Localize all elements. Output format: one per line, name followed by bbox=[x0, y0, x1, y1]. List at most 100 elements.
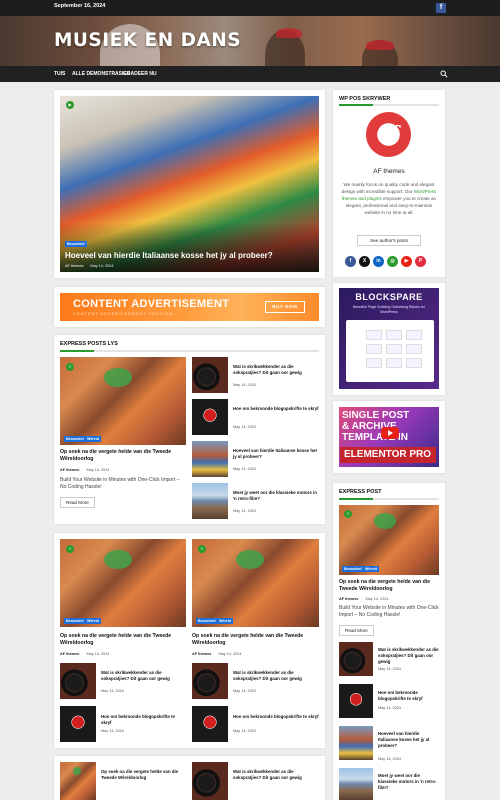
nav-item-home[interactable]: TUIS bbox=[54, 71, 65, 77]
post-author[interactable]: AF themes bbox=[192, 652, 211, 656]
grid-image[interactable] bbox=[192, 539, 319, 627]
post-author[interactable]: AF themes bbox=[60, 652, 79, 656]
express-post-image[interactable] bbox=[339, 505, 439, 575]
list-item-date: May 14, 2024 bbox=[101, 689, 125, 693]
post-date: May 14, 2024 bbox=[86, 652, 110, 656]
category-icon: ≡ bbox=[66, 363, 74, 371]
blockspare-title: BLOCKSPARE bbox=[355, 292, 423, 302]
post-author[interactable]: AF themes bbox=[339, 597, 358, 601]
list-item-date: May 14, 2024 bbox=[378, 667, 402, 671]
section-divider bbox=[339, 498, 439, 500]
nav-item-upgrade[interactable]: GRADEER NU bbox=[123, 71, 157, 77]
hero-title[interactable]: Hoeveel van hierdie Italiaanse kosse het… bbox=[65, 251, 305, 261]
list-item-title[interactable]: Wat is skrikwekkender as die sokspratjie… bbox=[101, 670, 186, 682]
list-item-title[interactable]: Moet jy weet oor die klassieke motors in… bbox=[378, 773, 440, 791]
express-main-image[interactable] bbox=[60, 357, 186, 445]
author-name[interactable]: AF themes bbox=[340, 168, 438, 175]
grid-post-meta: AF themes May 14, 2024 bbox=[60, 652, 110, 656]
post-thumbnail[interactable] bbox=[60, 762, 96, 800]
category-badge[interactable]: Wêreld bbox=[363, 566, 379, 572]
facebook-icon[interactable]: f bbox=[345, 256, 356, 267]
author-widget-title: WP POS SKRYWER bbox=[339, 96, 391, 102]
facebook-icon[interactable]: f bbox=[436, 3, 446, 13]
list-item-title[interactable]: Op soek na die vergete helde van die Twe… bbox=[101, 769, 186, 781]
list-item-date: May 14, 2024 bbox=[233, 509, 257, 513]
hero-image[interactable] bbox=[60, 96, 319, 272]
post-thumbnail[interactable] bbox=[192, 706, 228, 742]
list-item-title[interactable]: Moet jy weet oor die klassieke motors in… bbox=[233, 490, 319, 502]
list-item-title[interactable]: Hoe om bekroonde blogopskrifte te skryf bbox=[378, 690, 440, 702]
grid-post-title[interactable]: Op soek na die vergete helde van die Twe… bbox=[60, 633, 186, 647]
blockspare-preview bbox=[346, 320, 434, 382]
instagram-icon[interactable]: ◎ bbox=[387, 256, 398, 267]
list-item-title[interactable]: Hoeveel van hierdie Italiaanse kosse het… bbox=[378, 731, 440, 749]
main-navigation: TUIS ALLE DEMONSTRASIES GRADEER NU bbox=[0, 66, 500, 82]
post-thumbnail[interactable] bbox=[60, 663, 96, 699]
hero-category[interactable]: Beoordeel bbox=[65, 241, 87, 247]
post-thumbnail[interactable] bbox=[339, 726, 373, 760]
post-thumbnail[interactable] bbox=[192, 441, 228, 477]
post-thumbnail[interactable] bbox=[339, 768, 373, 800]
list-item-date: May 14, 2024 bbox=[233, 467, 257, 471]
linkedin-icon[interactable]: in bbox=[373, 256, 384, 267]
post-author[interactable]: AF themes bbox=[60, 468, 79, 472]
category-badge[interactable]: Beoordeel bbox=[342, 566, 364, 572]
category-badge[interactable]: Beoordeel bbox=[196, 618, 218, 624]
list-item-title[interactable]: Wat is skrikwekkender as die sokspratjie… bbox=[233, 670, 319, 682]
post-thumbnail[interactable] bbox=[192, 663, 228, 699]
youtube-play-icon[interactable] bbox=[381, 427, 399, 439]
post-thumbnail[interactable] bbox=[192, 357, 228, 393]
post-thumbnail[interactable] bbox=[192, 399, 228, 435]
list-item-date: May 14, 2024 bbox=[233, 729, 257, 733]
post-thumbnail[interactable] bbox=[339, 684, 373, 718]
list-item-title[interactable]: Hoe om bekroonde blogopskrifte te skryf bbox=[233, 406, 319, 412]
buy-now-button[interactable]: BUY NOW bbox=[265, 301, 305, 313]
elementor-line: TEMPLATE IN bbox=[342, 432, 408, 443]
list-item-title[interactable]: Hoe om bekroonde blogopskrifte te skryf bbox=[101, 714, 186, 726]
category-icon: ≡ bbox=[66, 545, 74, 553]
list-item-title[interactable]: Hoe om bekroonde blogopskrifte te skryf bbox=[233, 714, 319, 720]
hero-author[interactable]: AF themes bbox=[65, 264, 83, 268]
list-item-title[interactable]: Wat is skrikwekkender as die sokspratjie… bbox=[233, 769, 319, 781]
x-icon[interactable]: X bbox=[359, 256, 370, 267]
category-badge[interactable]: Wêreld bbox=[85, 436, 101, 442]
youtube-icon[interactable]: ▶ bbox=[401, 256, 412, 267]
grid-image[interactable] bbox=[60, 539, 186, 627]
post-date: May 14, 2024 bbox=[365, 597, 389, 601]
post-thumbnail[interactable] bbox=[339, 642, 373, 676]
current-date: September 16, 2024 bbox=[54, 3, 106, 9]
post-thumbnail[interactable] bbox=[60, 706, 96, 742]
post-thumbnail[interactable] bbox=[192, 483, 228, 519]
play-icon[interactable]: ▶ bbox=[66, 101, 74, 109]
section-divider bbox=[339, 104, 439, 106]
elementor-line: & ARCHIVE bbox=[342, 421, 397, 432]
list-item-title[interactable]: Wat is skrikwekkender as die sokspratjie… bbox=[378, 647, 440, 665]
pinterest-icon[interactable]: P bbox=[415, 256, 426, 267]
category-badge[interactable]: Wêreld bbox=[85, 618, 101, 624]
read-more-button[interactable]: Read More bbox=[60, 497, 95, 508]
category-badge[interactable]: Beoordeel bbox=[64, 618, 86, 624]
ad-subtitle: CONTENT ADVERTISEMENT SECTION bbox=[73, 312, 174, 316]
nav-item-demos[interactable]: ALLE DEMONSTRASIES bbox=[72, 71, 130, 77]
search-icon[interactable] bbox=[440, 70, 448, 78]
hero-meta: AF themes May 14, 2024 bbox=[65, 264, 113, 268]
category-badge[interactable]: Beoordeel bbox=[64, 436, 86, 442]
site-title[interactable]: MUSIEK EN DANS bbox=[54, 30, 241, 51]
list-item-title[interactable]: Wat is skrikwekkender as die sokspratjie… bbox=[233, 364, 319, 376]
express-main-title[interactable]: Op soek na die vergete helde van die Twe… bbox=[60, 449, 186, 463]
post-thumbnail[interactable] bbox=[192, 762, 228, 800]
list-item-date: May 14, 2024 bbox=[233, 689, 257, 693]
author-bio: We mainly focus on quality code and eleg… bbox=[340, 181, 438, 216]
list-item-date: May 14, 2024 bbox=[378, 706, 402, 710]
author-logo: af bbox=[378, 121, 400, 145]
read-more-button[interactable]: Read More bbox=[339, 625, 374, 636]
category-badge[interactable]: Wêreld bbox=[217, 618, 233, 624]
list-item-title[interactable]: Hoeveel van hierdie Italiaanse kosse het… bbox=[233, 448, 319, 460]
content-advertisement[interactable]: CONTENT ADVERTISEMENT CONTENT ADVERTISEM… bbox=[60, 293, 319, 321]
site-header: MUSIEK EN DANS bbox=[0, 16, 500, 66]
elementor-ad-text: SINGLE POST & ARCHIVE TEMPLATE IN bbox=[342, 410, 409, 443]
see-authors-posts-button[interactable]: See author's posts bbox=[357, 235, 421, 246]
elementor-line: SINGLE POST bbox=[342, 410, 410, 421]
grid-post-title[interactable]: Op soek na die vergete helde van die Twe… bbox=[192, 633, 319, 647]
express-post-main-title[interactable]: Op soek na die vergete helde van die Twe… bbox=[339, 579, 439, 593]
